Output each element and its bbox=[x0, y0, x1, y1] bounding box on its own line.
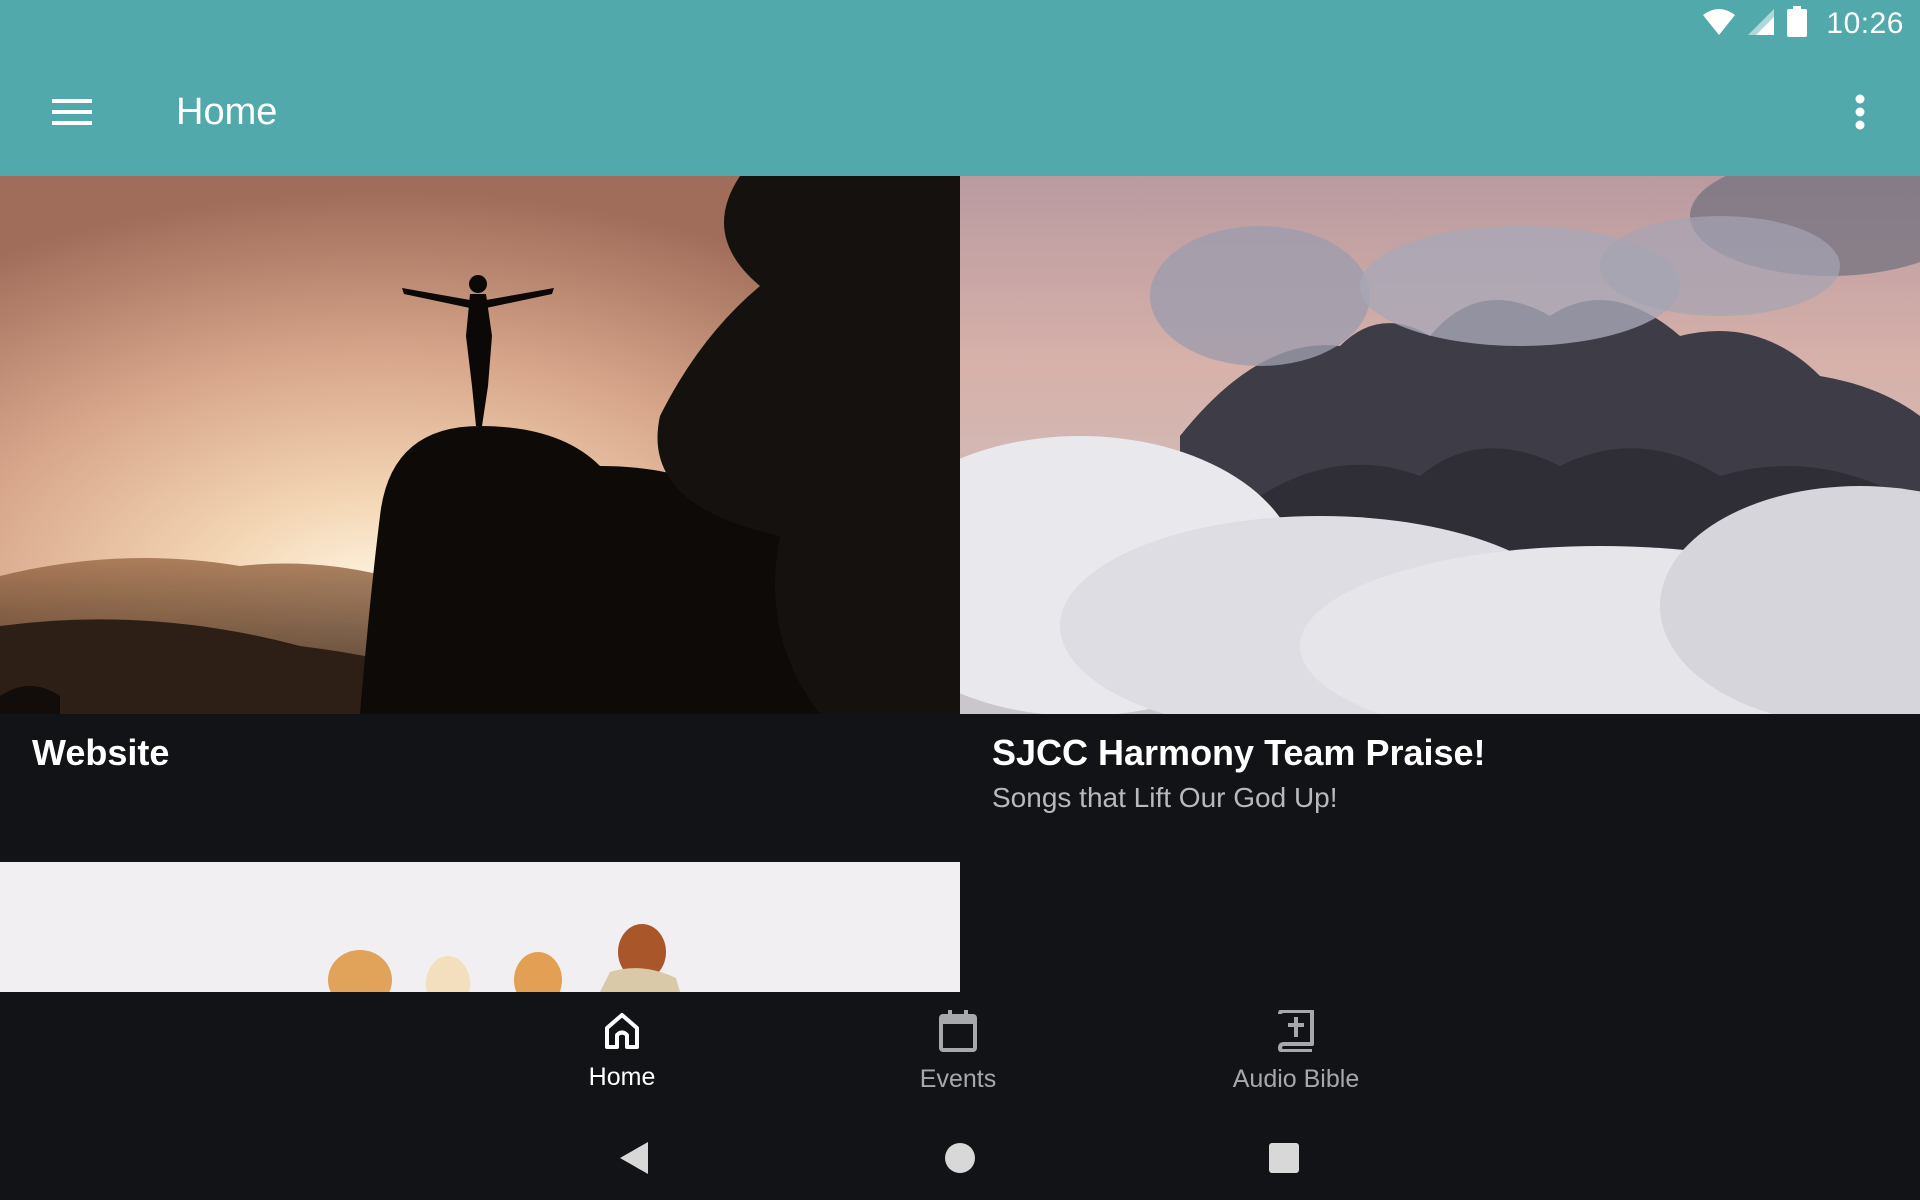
wifi-icon bbox=[1702, 7, 1736, 42]
home-icon bbox=[602, 1010, 642, 1055]
status-time: 10:26 bbox=[1826, 7, 1904, 40]
hamburger-menu-icon[interactable] bbox=[40, 84, 104, 140]
back-icon[interactable] bbox=[604, 1128, 664, 1188]
card-website[interactable]: Website bbox=[0, 176, 960, 862]
nav-item-home[interactable]: Home bbox=[522, 1010, 722, 1100]
battery-icon bbox=[1786, 5, 1808, 43]
toolbar: Home bbox=[0, 48, 1920, 176]
nav-label: Audio Bible bbox=[1232, 1065, 1360, 1093]
recents-icon[interactable] bbox=[1254, 1128, 1314, 1188]
nav-label: Home bbox=[588, 1063, 656, 1091]
card-title: SJCC Harmony Team Praise! bbox=[992, 732, 1486, 773]
system-navigation-bar bbox=[0, 1106, 1920, 1200]
cellular-signal-icon bbox=[1746, 7, 1776, 42]
card-image bbox=[0, 176, 960, 714]
calendar-icon bbox=[938, 1010, 978, 1057]
card-title: Website bbox=[32, 732, 170, 773]
home-circle-icon[interactable] bbox=[930, 1128, 990, 1188]
app-screen: 10:26 Home Website SJCC Harmony Team Pra… bbox=[0, 0, 1920, 1200]
nav-label: Events bbox=[919, 1065, 997, 1093]
page-title: Home bbox=[176, 91, 278, 133]
card-sjcc-harmony[interactable]: SJCC Harmony Team Praise! Songs that Lif… bbox=[960, 176, 1920, 862]
bible-icon bbox=[1276, 1009, 1316, 1057]
nav-item-events[interactable]: Events bbox=[858, 1010, 1058, 1100]
card-image bbox=[0, 862, 960, 992]
app-bar: 10:26 Home bbox=[0, 0, 1920, 176]
card-subtitle: Songs that Lift Our God Up! bbox=[992, 782, 1338, 813]
status-icons: 10:26 bbox=[1702, 0, 1904, 48]
card-image bbox=[960, 176, 1920, 714]
more-vert-icon[interactable] bbox=[1840, 84, 1880, 140]
bottom-navigation: Home Events Audio Bible bbox=[0, 992, 1920, 1106]
status-bar: 10:26 bbox=[0, 0, 1920, 48]
content-grid: Website SJCC Harmony Team Praise! Songs … bbox=[0, 176, 1920, 992]
nav-item-audio-bible[interactable]: Audio Bible bbox=[1196, 1009, 1396, 1100]
card-people[interactable] bbox=[0, 862, 960, 992]
